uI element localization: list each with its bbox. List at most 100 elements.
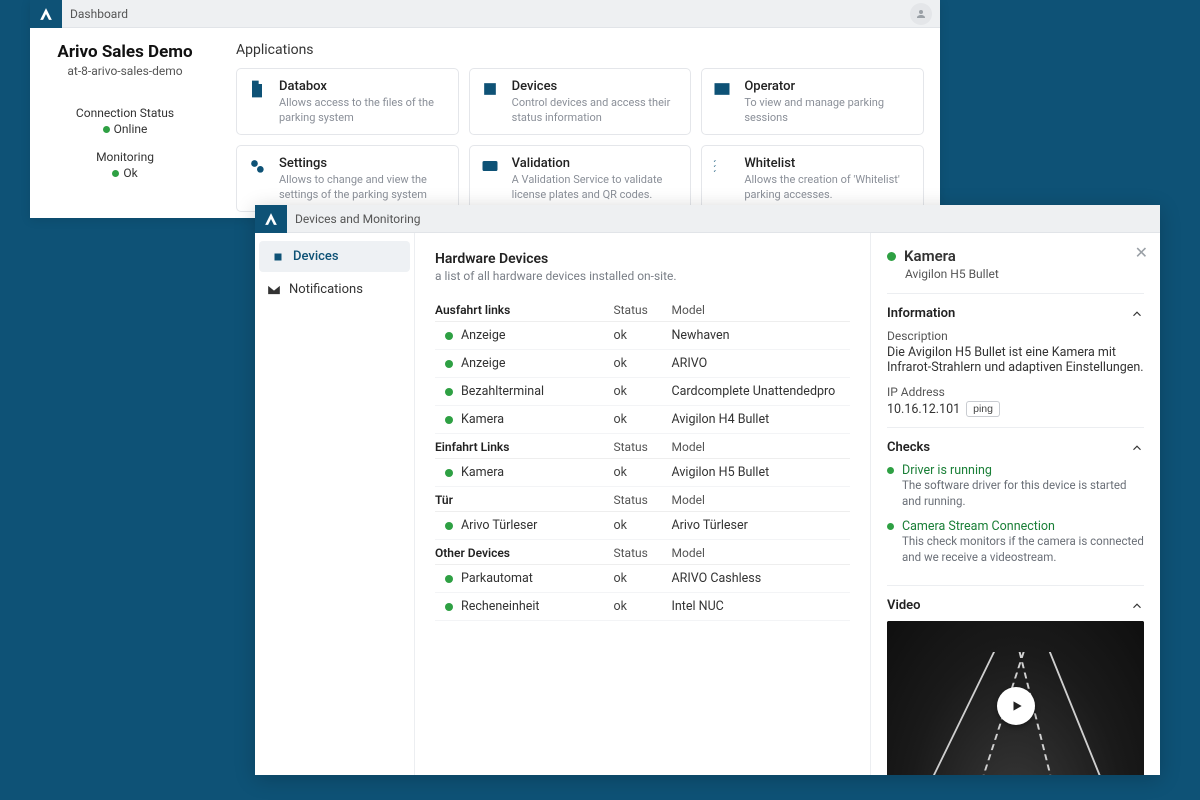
device-row[interactable]: Kamera okAvigilon H5 Bullet [435,459,850,487]
check-item: Driver is runningThe software driver for… [887,463,1144,509]
status-dot-icon [445,469,453,477]
user-avatar[interactable] [910,3,932,25]
device-row[interactable]: ParkautomatokARIVO Cashless [435,565,850,593]
app-desc: To view and manage parking sessions [744,96,913,124]
card-icon [480,156,500,176]
org-slug: at-8-arivo-sales-demo [40,64,210,78]
device-status: ok [614,599,672,614]
chevron-up-icon[interactable] [1130,599,1144,613]
ip-label: IP Address [887,385,1144,399]
device-status: ok [614,328,672,343]
device-name: Parkautomat [461,571,533,586]
status-dot-icon [887,523,894,530]
device-name: Kamera [461,465,504,480]
group-name: Tür [435,493,614,507]
group-name: Ausfahrt links [435,303,614,317]
chip-icon [271,250,285,264]
status-dot-icon [887,252,896,261]
app-card-databox[interactable]: Databox Allows access to the files of the… [236,68,459,135]
col-status: Status [614,493,672,507]
status-dot-icon [445,603,453,611]
chevron-up-icon[interactable] [1130,441,1144,455]
status-dot-icon [445,360,453,368]
device-model: Arivo Türleser [672,518,851,533]
status-dot-icon [887,467,894,474]
device-row[interactable]: KameraokAvigilon H4 Bullet [435,406,850,434]
devices-main: Hardware Devices a list of all hardware … [415,233,870,775]
check-title: Camera Stream Connection [902,519,1144,534]
detail-subtitle: Avigilon H5 Bullet [905,267,1144,281]
app-card-settings[interactable]: Settings Allows to change and view the se… [236,145,459,212]
app-name: Devices [512,79,681,94]
close-icon[interactable]: ✕ [1135,245,1148,261]
device-name: Bezahlterminal [461,384,544,399]
col-status: Status [614,303,672,317]
video-heading: Video [887,598,921,613]
app-card-operator[interactable]: OperatorTo view and manage parking sessi… [701,68,924,135]
nav-devices[interactable]: Devices [259,241,410,272]
hardware-heading: Hardware Devices [435,251,850,267]
checks-heading: Checks [887,440,930,455]
group-name: Einfahrt Links [435,440,614,454]
status-dot-icon [103,126,110,133]
status-dot-icon [445,416,453,424]
device-model: Avigilon H4 Bullet [672,412,851,427]
app-desc: Allows access to the files of the parkin… [279,96,448,124]
devices-window-title: Devices and Monitoring [287,212,1160,226]
gears-icon [247,156,267,176]
info-heading: Information [887,306,955,321]
play-icon[interactable] [997,687,1035,725]
device-name: Anzeige [461,356,505,371]
device-name: Anzeige [461,328,505,343]
ping-button[interactable]: ping [966,401,1000,417]
device-row[interactable]: RecheneinheitokIntel NUC [435,593,850,621]
device-model: Cardcomplete Unattendedpro [672,384,851,399]
applications-heading: Applications [236,42,924,58]
dashboard-window: Dashboard Arivo Sales Demo at-8-arivo-sa… [30,0,940,218]
hardware-subheading: a list of all hardware devices installed… [435,269,850,283]
app-desc: Allows the creation of 'Whitelist' parki… [744,173,913,201]
chevron-up-icon[interactable] [1130,307,1144,321]
check-desc: The software driver for this device is s… [902,478,1144,509]
device-row[interactable]: AnzeigeokARIVO [435,350,850,378]
device-group-header: Ausfahrt linksStatusModel [435,297,850,322]
group-name: Other Devices [435,546,614,560]
dashboard-window-title: Dashboard [62,7,910,21]
dashboard-sidebar: Arivo Sales Demo at-8-arivo-sales-demo C… [30,28,220,218]
device-row[interactable]: Anzeige okNewhaven [435,322,850,350]
device-group-header: TürStatusModel [435,487,850,512]
device-group-header: Other DevicesStatusModel [435,540,850,565]
device-model: Newhaven [672,328,851,343]
brand-logo-icon [30,0,62,28]
connection-status-label: Connection Status [40,106,210,120]
device-status: ok [614,571,672,586]
monitoring-label: Monitoring [40,150,210,164]
brand-logo-icon [255,205,287,233]
device-row[interactable]: BezahlterminalokCardcomplete Unattendedp… [435,378,850,406]
device-status: ok [614,356,672,371]
device-status: ok [614,412,672,427]
video-thumbnail[interactable] [887,621,1144,775]
app-card-devices[interactable]: DevicesControl devices and access their … [469,68,692,135]
device-status: ok [614,465,672,480]
device-row[interactable]: Arivo TürleserokArivo Türleser [435,512,850,540]
col-model: Model [672,546,851,560]
app-card-validation[interactable]: ValidationA Validation Service to valida… [469,145,692,212]
devices-titlebar: Devices and Monitoring [255,205,1160,233]
app-desc: Allows to change and view the settings o… [279,173,448,201]
device-model: Avigilon H5 Bullet [672,465,851,480]
chip-icon [480,79,500,99]
app-card-whitelist[interactable]: WhitelistAllows the creation of 'Whiteli… [701,145,924,212]
col-model: Model [672,303,851,317]
app-desc: A Validation Service to validate license… [512,173,681,201]
check-desc: This check monitors if the camera is con… [902,534,1144,565]
nav-notifications[interactable]: Notifications [255,274,414,305]
devices-window: Devices and Monitoring Devices Notificat… [255,205,1160,775]
app-name: Databox [279,79,448,94]
status-dot-icon [112,170,119,177]
app-name: Settings [279,156,448,171]
device-group-header: Einfahrt LinksStatusModel [435,434,850,459]
devices-sidebar: Devices Notifications [255,233,415,775]
columns-icon [712,79,732,99]
status-dot-icon [445,332,453,340]
